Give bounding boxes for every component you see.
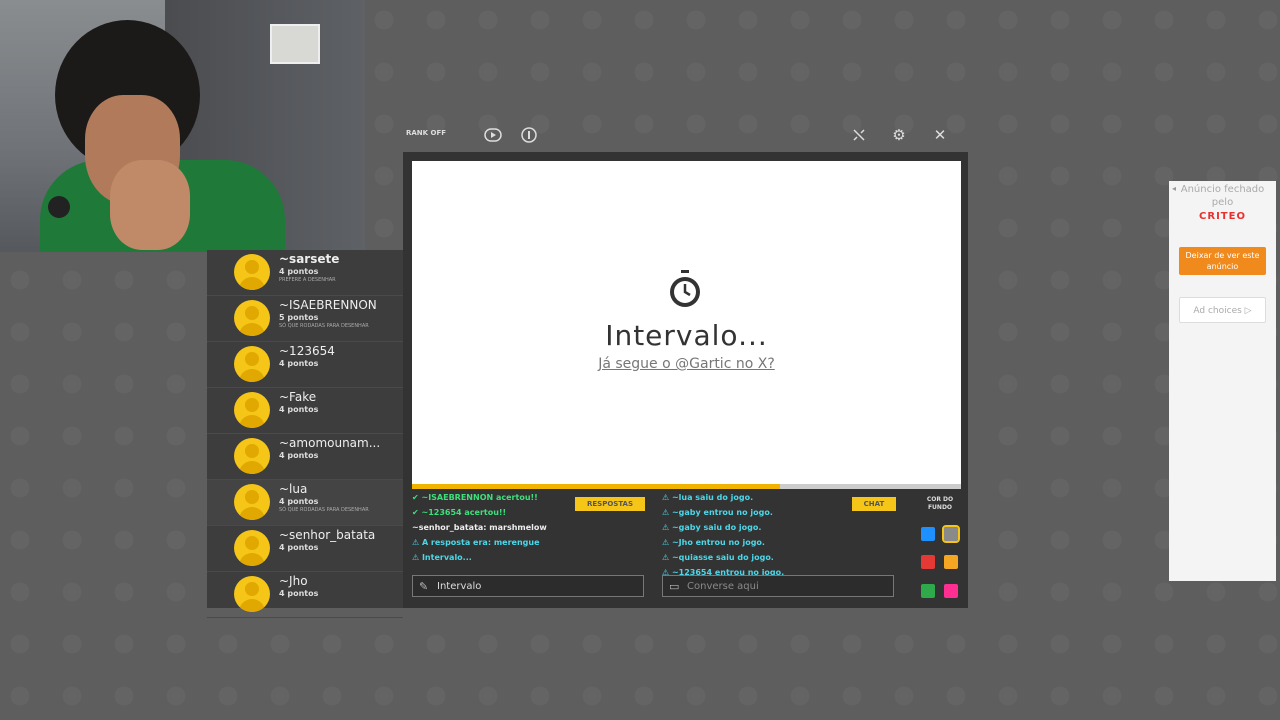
player-status: PREFERE A DESENHAR: [279, 277, 336, 283]
player-name: ~ISAEBRENNON: [279, 298, 377, 312]
player-row[interactable]: ~senhor_batata 4 pontos: [207, 526, 403, 572]
background-color-label-line1: COR DO: [926, 496, 954, 503]
pencil-icon: ✎: [419, 580, 429, 593]
player-avatar: [234, 530, 270, 566]
answer-input[interactable]: ✎ Intervalo: [412, 575, 644, 597]
player-points: 4 pontos: [279, 497, 319, 506]
color-swatch[interactable]: [944, 555, 958, 569]
player-points: 4 pontos: [279, 543, 319, 552]
answer-message: ~senhor_batata: marshmelow: [412, 523, 547, 532]
player-name: ~senhor_batata: [279, 528, 376, 542]
background-color-label: COR DO FUNDO: [918, 496, 962, 512]
ad-closed-text: Anúncio fechado pelo: [1180, 184, 1265, 208]
color-swatch[interactable]: [921, 527, 935, 541]
player-name: ~Fake: [279, 390, 317, 404]
answer-message: ⚠ A resposta era: merengue: [412, 538, 540, 547]
player-points: 5 pontos: [279, 313, 319, 322]
close-icon[interactable]: ✕: [930, 125, 950, 145]
color-swatch[interactable]: [921, 555, 935, 569]
player-avatar: [234, 484, 270, 520]
webcam-overlay: [0, 0, 365, 252]
follow-link[interactable]: Já segue o @Gartic no X?: [412, 356, 961, 372]
answer-message: ⚠ Intervalo...: [412, 553, 472, 562]
player-points: 4 pontos: [279, 405, 319, 414]
player-avatar: [234, 392, 270, 428]
round-progress-fill: [412, 484, 780, 489]
player-row[interactable]: ~Jho 4 pontos: [207, 572, 403, 618]
player-avatar: [234, 346, 270, 382]
player-list: ~sarsete 4 pontos PREFERE A DESENHAR ~ISAEB…: [207, 250, 403, 618]
ad-choices-button[interactable]: Ad choices ▷: [1179, 297, 1266, 323]
player-row[interactable]: ~amomounam... 4 pontos: [207, 434, 403, 480]
wall-picture: [270, 24, 320, 64]
answer-input-value: Intervalo: [437, 581, 482, 592]
player-row[interactable]: ~Fake 4 pontos: [207, 388, 403, 434]
minimize-icon[interactable]: [849, 125, 869, 145]
chat-bubble-icon: ▭: [669, 580, 680, 593]
chat-message: ⚠ ~quiasse saiu do jogo.: [662, 553, 774, 562]
player-avatar: [234, 576, 270, 612]
player-name: ~Jho: [279, 574, 308, 588]
chat-message: ⚠ ~gaby saiu do jogo.: [662, 523, 762, 532]
player-points: 4 pontos: [279, 359, 319, 368]
player-points: 4 pontos: [279, 589, 319, 598]
round-progress-bar: [412, 484, 961, 489]
stop-ad-button[interactable]: Deixar de ver este anúncio: [1179, 247, 1266, 275]
interval-title: Intervalo...: [605, 319, 768, 352]
player-status: SÓ QUE RODADAS PARA DESENHAR: [279, 323, 369, 329]
info-icon[interactable]: [519, 125, 539, 145]
ad-panel: ◂ Anúncio fechado pelo CRITEO Deixar de …: [1169, 181, 1276, 581]
ad-brand-logo: CRITEO: [1199, 211, 1246, 222]
player-points: 4 pontos: [279, 451, 319, 460]
player-name: ~123654: [279, 344, 335, 358]
player-row[interactable]: ~123654 4 pontos: [207, 342, 403, 388]
rank-toggle[interactable]: RANK OFF: [406, 129, 446, 137]
player-avatar: [234, 438, 270, 474]
tab-answers[interactable]: RESPOSTAS: [575, 497, 645, 511]
drawing-canvas[interactable]: Intervalo... Já segue o @Gartic no X?: [412, 161, 961, 487]
video-icon[interactable]: [483, 125, 503, 145]
player-avatar: [234, 254, 270, 290]
color-swatch[interactable]: [942, 525, 960, 543]
chat-input-placeholder: Converse aqui: [687, 581, 759, 592]
player-row[interactable]: ~ISAEBRENNON 5 pontos SÓ QUE RODADAS PARA …: [207, 296, 403, 342]
player-row[interactable]: ~lua 4 pontos SÓ QUE RODADAS PARA DESENHAR: [207, 480, 403, 526]
tab-chat[interactable]: CHAT: [852, 497, 896, 511]
player-points: 4 pontos: [279, 267, 319, 276]
background-color-label-line2: FUNDO: [927, 504, 953, 511]
game-toolbar: RANK OFF ⚙ ✕: [403, 118, 968, 152]
color-swatch[interactable]: [921, 584, 935, 598]
chat-input[interactable]: ▭ Converse aqui: [662, 575, 894, 597]
stopwatch-icon: [670, 270, 700, 307]
game-frame: Intervalo... Já segue o @Gartic no X? ✔ …: [403, 152, 968, 608]
player-row[interactable]: ~sarsete 4 pontos PREFERE A DESENHAR: [207, 250, 403, 296]
chat-message: ⚠ ~Jho entrou no jogo.: [662, 538, 765, 547]
player-avatar: [234, 300, 270, 336]
player-name: ~sarsete: [279, 252, 340, 266]
player-name: ~lua: [279, 482, 308, 496]
player-status: SÓ QUE RODADAS PARA DESENHAR: [279, 507, 369, 513]
gear-icon[interactable]: ⚙: [889, 125, 909, 145]
player-name: ~amomounam...: [279, 436, 381, 450]
streamer-hand: [110, 160, 190, 250]
color-swatch[interactable]: [944, 584, 958, 598]
headset-mic: [48, 196, 70, 218]
